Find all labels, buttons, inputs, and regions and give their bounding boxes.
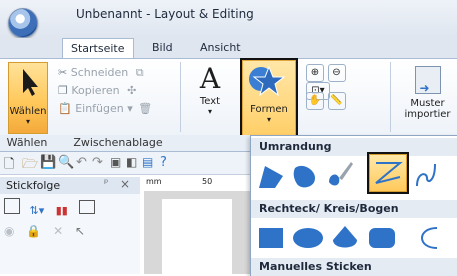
paste-label: Einfügen — [75, 102, 124, 115]
view-tools-group: ⊕ ⊖ ⊡▾ ✋ 📏 — [306, 64, 372, 114]
copy-icon: ❐ — [58, 84, 68, 97]
polygon-shape-icon[interactable] — [257, 160, 285, 192]
import-label-line1: Muster — [410, 98, 445, 109]
sewing-order-panel-header: Stickfolge ᵖ × — [0, 177, 140, 195]
quick-access-toolbar: 🗋 🗁 💾 🔍 ↶ ↷ ▣ ◧ ▤ ? — [0, 152, 250, 175]
select-button[interactable]: Wählen ▾ — [8, 62, 48, 134]
freehand-pen-icon[interactable] — [325, 158, 355, 192]
copy-button[interactable]: ❐ Kopieren ✣ — [58, 82, 176, 100]
app-logo-icon[interactable] — [8, 8, 38, 38]
text-button[interactable]: A Text ▾ — [188, 62, 232, 132]
ruler-unit: mm — [146, 177, 162, 186]
save-icon[interactable]: 💾 — [40, 155, 56, 170]
measure-icon[interactable]: 📏 — [327, 92, 346, 110]
import-pattern-button[interactable]: ➜ Muster importier — [398, 64, 457, 132]
tab-startseite[interactable]: Startseite — [62, 38, 134, 60]
paste-dropdown-arrow: ▾ — [127, 102, 133, 115]
design-canvas[interactable] — [144, 191, 250, 274]
tab-ansicht[interactable]: Ansicht — [192, 38, 249, 58]
paste-icon: 📋 — [58, 102, 72, 115]
lock-icon[interactable]: 🔒 — [26, 224, 41, 238]
section-manual-stitch-header: Manuelles Sticken — [251, 258, 457, 276]
paste-button[interactable]: 📋 Einfügen ▾ 🗑 — [58, 100, 176, 118]
duplicate-icon: ✣ — [127, 84, 137, 97]
teardrop-shape-icon[interactable] — [331, 224, 359, 252]
zoom-icon[interactable]: 🔍 — [58, 155, 74, 170]
cursor-arrow-icon — [23, 69, 38, 96]
zigzag-highlight-frame — [367, 152, 409, 194]
color-sort-icon[interactable]: ▮▮ — [56, 204, 68, 217]
sort-icon[interactable]: ⇅▾ — [30, 204, 45, 217]
rounded-rectangle-shape-icon[interactable] — [369, 228, 395, 248]
blob-shape-icon[interactable] — [291, 160, 319, 192]
layout-icon[interactable]: ◧ — [126, 155, 137, 169]
ellipse-shape-icon[interactable] — [293, 228, 323, 248]
panel-toolbar: ⇅▾ ▮▮ — [4, 198, 96, 217]
undo-icon[interactable]: ↶ — [76, 155, 87, 170]
trash-icon: 🗑 — [138, 102, 153, 115]
shapes-highlight-frame — [240, 58, 298, 138]
arc-shape-icon[interactable] — [411, 224, 441, 252]
visibility-icon[interactable]: ◉ — [4, 224, 14, 238]
pin-icon[interactable]: ᵖ — [104, 178, 108, 189]
window-title: Unbenannt - Layout & Editing — [76, 7, 254, 21]
cut-label: Schneiden — [70, 66, 129, 79]
scissors-icon: ✂ — [58, 66, 68, 79]
frame-icon[interactable] — [79, 200, 96, 214]
group-label-select: Wählen — [6, 136, 48, 149]
zoom-in-icon[interactable]: ⊕ — [306, 64, 324, 82]
text-button-label: Text — [199, 96, 221, 107]
copy-label: Kopieren — [71, 84, 120, 97]
select-button-label: Wählen — [9, 106, 47, 117]
zoom-out-icon[interactable]: ⊖ — [327, 64, 346, 82]
horizontal-ruler: mm 50 — [144, 177, 250, 192]
redo-icon[interactable]: ↷ — [92, 155, 103, 170]
properties-icon[interactable]: ▤ — [142, 155, 153, 169]
delete-icon[interactable]: ✕ — [53, 224, 63, 238]
chevron-down-icon: ▾ — [25, 117, 30, 126]
import-label-line2: importier — [404, 109, 451, 120]
help-icon[interactable]: ? — [160, 155, 167, 170]
ribbon-separator — [180, 62, 181, 132]
preview-icon[interactable]: ▣ — [110, 155, 121, 169]
section-outline-header: Umrandung — [251, 138, 457, 156]
sewing-order-panel: ⇅▾ ▮▮ ◉ 🔒 ✕ ↖ — [0, 194, 140, 274]
copy-format-icon: ⧉ — [135, 66, 144, 79]
shapes-dropdown: Umrandung Rechteck/ Kreis/Bogen Manuelle… — [250, 135, 457, 276]
chevron-down-icon: ▾ — [207, 107, 212, 116]
pan-hand-icon[interactable]: ✋ — [306, 92, 324, 110]
group-label-clipboard: Zwischenablage — [73, 136, 163, 149]
panel-title: Stickfolge — [6, 179, 61, 192]
panel-toolbar-2: ◉ 🔒 ✕ ↖ — [4, 224, 85, 238]
rectangle-shape-icon[interactable] — [259, 228, 283, 248]
clipboard-group: ✂ Schneiden ⧉ ❐ Kopieren ✣ 📋 Einfügen ▾ … — [58, 64, 176, 118]
frame-view-icon[interactable] — [4, 198, 20, 214]
open-folder-icon[interactable]: 🗁 — [22, 155, 38, 177]
curve-line-icon[interactable] — [413, 160, 443, 190]
ribbon-separator — [390, 62, 391, 132]
select-arrow-icon[interactable]: ↖ — [75, 224, 85, 238]
ruler-mark: 50 — [202, 177, 213, 186]
cut-button[interactable]: ✂ Schneiden ⧉ — [58, 64, 176, 82]
design-page — [162, 199, 232, 274]
close-icon[interactable]: × — [120, 177, 130, 191]
section-rect-circle-header: Rechteck/ Kreis/Bogen — [251, 200, 457, 218]
text-a-icon: A — [199, 62, 221, 95]
tab-bild[interactable]: Bild — [144, 38, 181, 58]
new-file-icon[interactable]: 🗋 — [4, 155, 14, 177]
import-icon: ➜ — [414, 66, 441, 95]
